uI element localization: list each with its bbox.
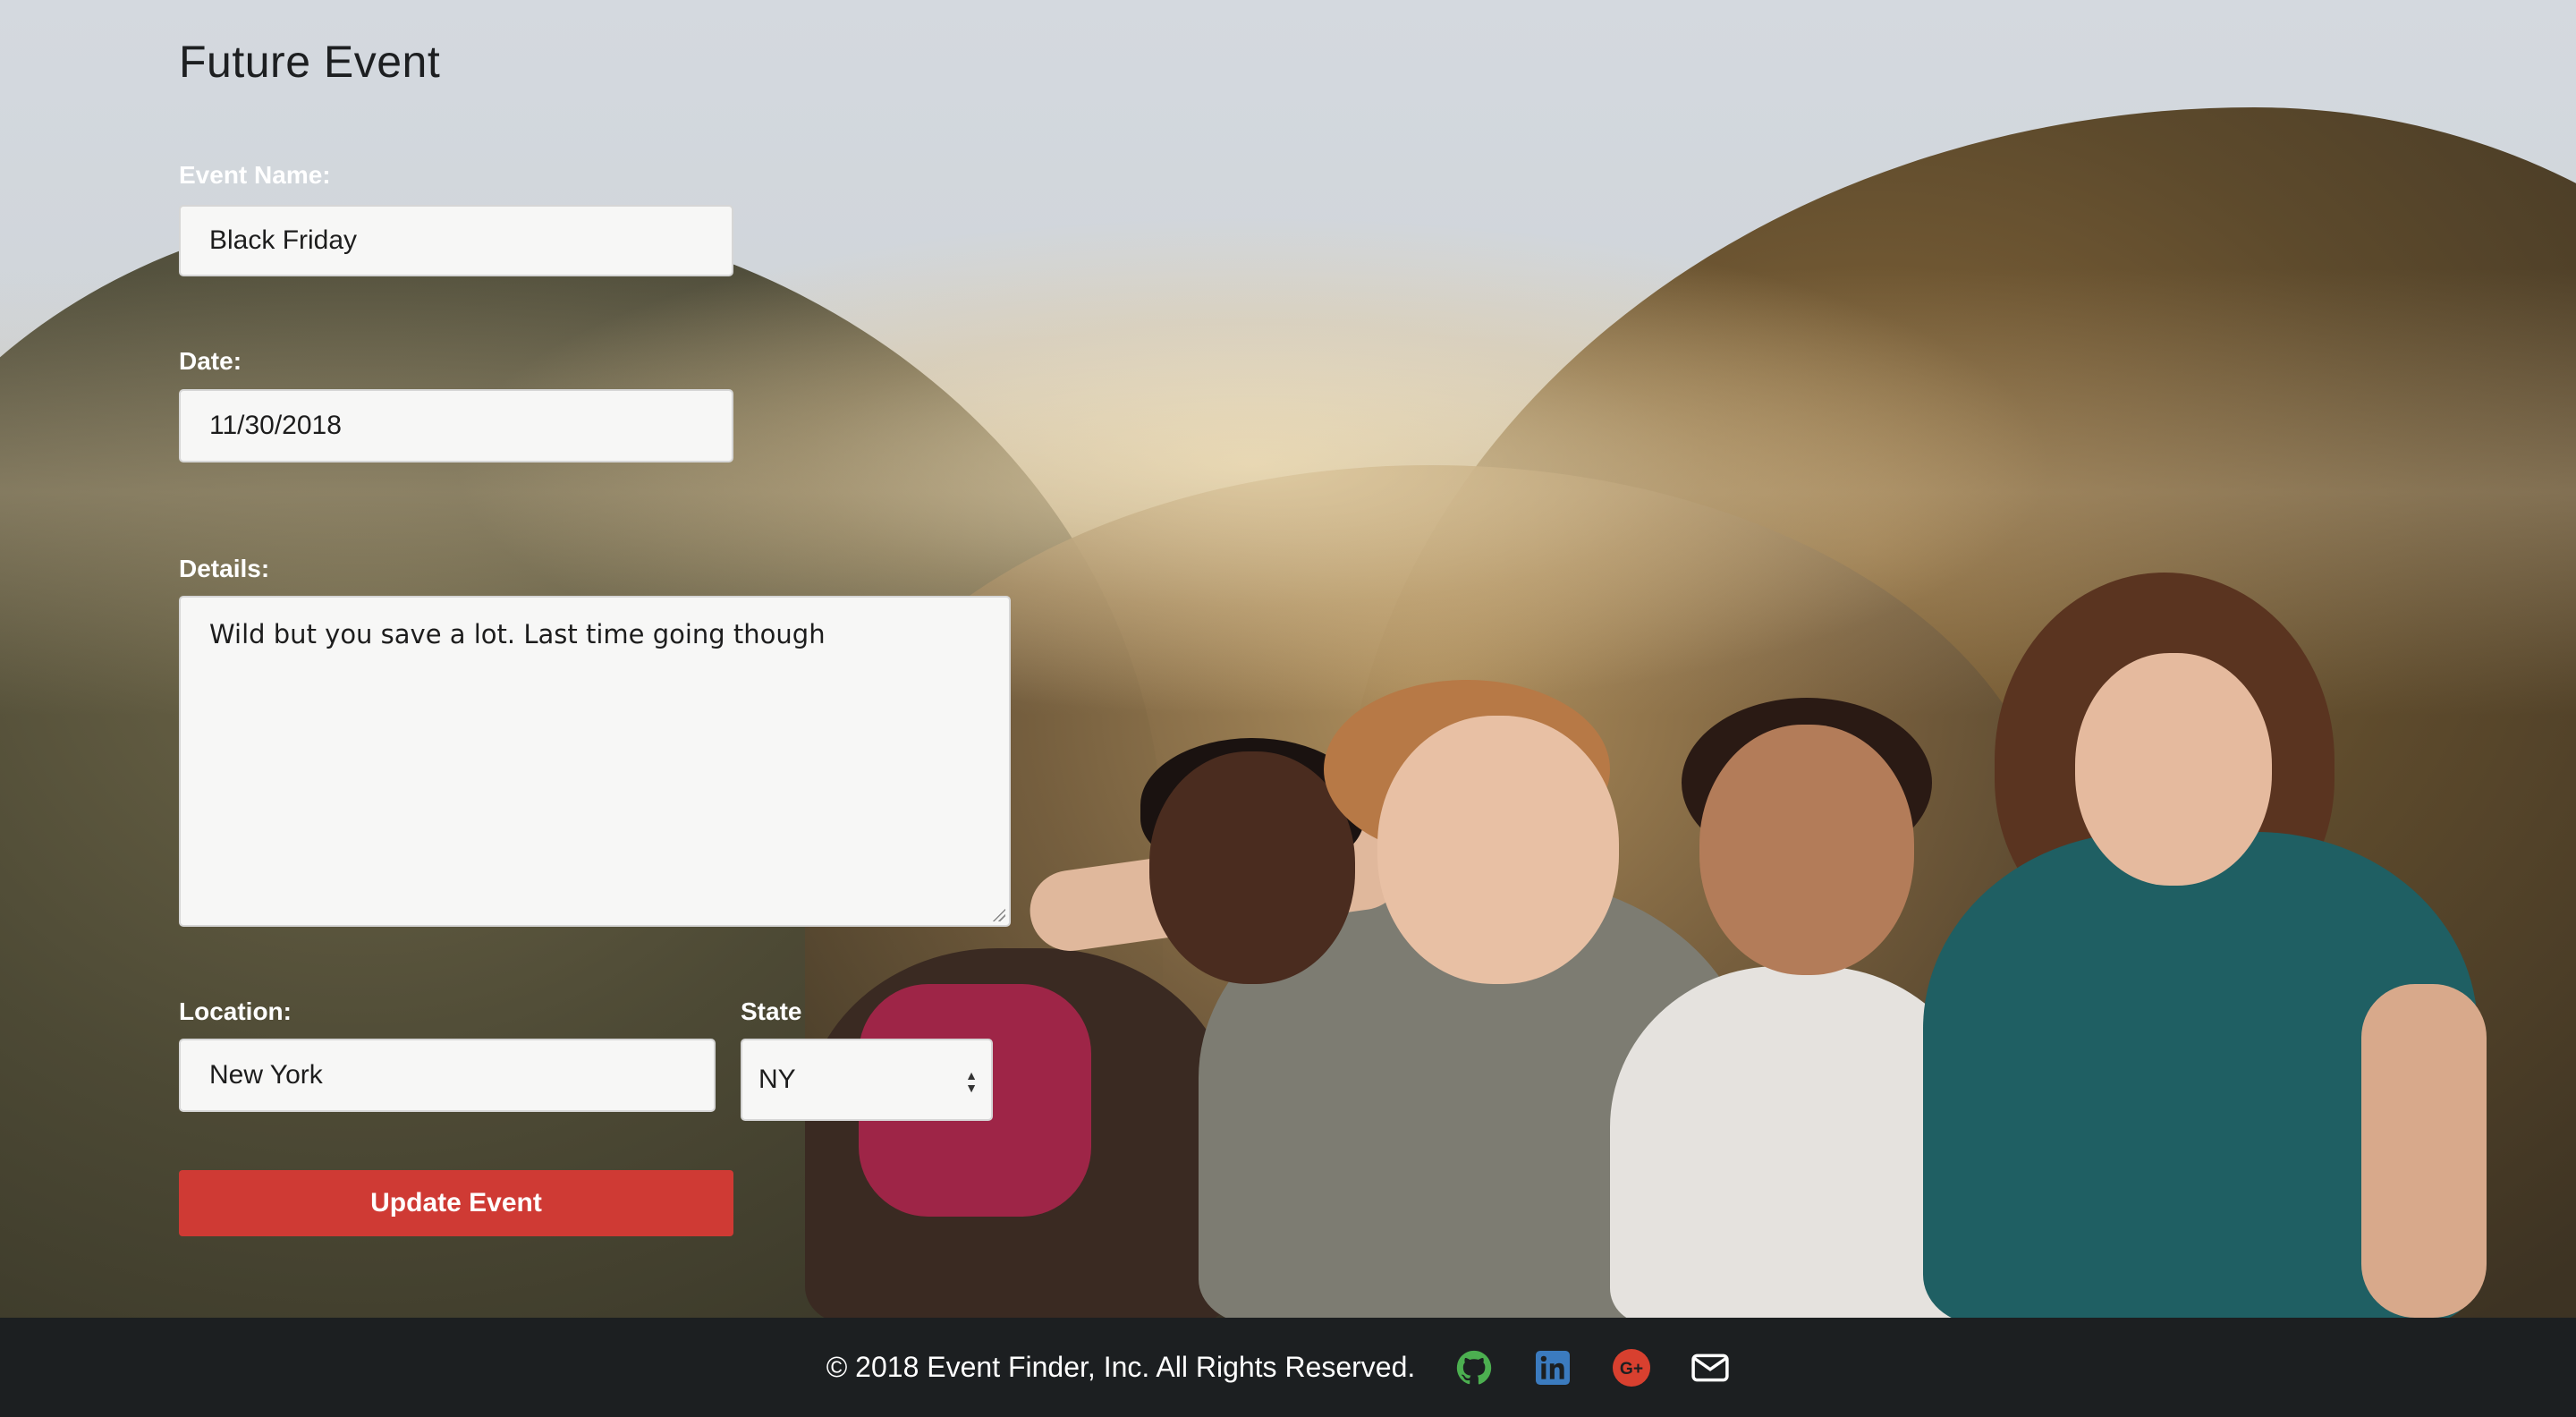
update-event-button[interactable]: Update Event xyxy=(179,1170,733,1236)
github-icon[interactable] xyxy=(1453,1346,1496,1389)
event-name-input[interactable]: Black Friday xyxy=(179,205,733,276)
location-label: Location: xyxy=(179,997,292,1025)
copyright-text: © 2018 Event Finder, Inc. All Rights Res… xyxy=(826,1351,1416,1383)
date-value: 11/30/2018 xyxy=(209,411,342,440)
person-3-head xyxy=(1699,725,1914,975)
select-arrows-icon: ▲ ▼ xyxy=(965,1068,978,1095)
person-4-arm xyxy=(2361,984,2487,1318)
person-4-head xyxy=(2075,653,2272,886)
event-name-value: Black Friday xyxy=(209,225,358,255)
location-input[interactable]: New York xyxy=(179,1039,716,1112)
details-textarea[interactable]: Wild but you save a lot. Last time going… xyxy=(179,596,1011,927)
footer: © 2018 Event Finder, Inc. All Rights Res… xyxy=(0,1318,2576,1417)
google-plus-icon[interactable]: G+ xyxy=(1610,1346,1653,1389)
resize-handle[interactable] xyxy=(991,907,1005,921)
state-label: State xyxy=(741,997,802,1025)
svg-text:G+: G+ xyxy=(1620,1360,1643,1379)
date-input[interactable]: 11/30/2018 xyxy=(179,389,733,462)
state-value: NY xyxy=(758,1065,796,1094)
event-name-label: Event Name: xyxy=(179,161,331,189)
details-value: Wild but you save a lot. Last time going… xyxy=(209,619,826,649)
person-2-head xyxy=(1377,716,1619,984)
person-1-head xyxy=(1149,751,1355,984)
details-label: Details: xyxy=(179,555,270,582)
page-title: Future Event xyxy=(179,37,441,87)
date-label: Date: xyxy=(179,347,242,375)
location-value: New York xyxy=(209,1060,323,1090)
email-icon[interactable] xyxy=(1689,1346,1732,1389)
state-select[interactable]: NY ▲ ▼ xyxy=(741,1039,993,1121)
linkedin-icon[interactable] xyxy=(1531,1346,1574,1389)
